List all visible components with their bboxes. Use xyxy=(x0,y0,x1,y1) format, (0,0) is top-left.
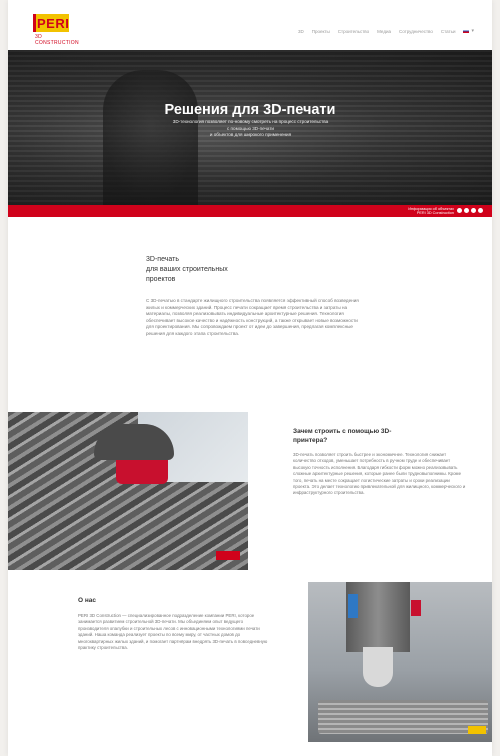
nav-item-media[interactable]: Медиа xyxy=(377,29,391,34)
photo-badge xyxy=(216,551,240,560)
instagram-icon[interactable] xyxy=(464,208,469,213)
peri-logo[interactable]: PERI 3D CONSTRUCTION xyxy=(33,14,79,46)
info-line-2: PERI 3D Construction xyxy=(416,211,454,216)
site-header: PERI 3D CONSTRUCTION 3D Проекты Строител… xyxy=(8,0,492,50)
nav-item-construction[interactable]: Строительство xyxy=(338,29,369,34)
section-title-line-1: Зачем строить с помощью 3D- xyxy=(293,428,392,435)
section-title-line-2: принтера? xyxy=(293,437,328,444)
red-info-bar: Информация об объектах PERI 3D Construct… xyxy=(8,205,492,217)
section-title-line-2: для ваших строительных xyxy=(146,266,228,273)
photo-badge xyxy=(468,726,486,734)
logo-text: PERI xyxy=(37,16,70,31)
language-switcher[interactable]: ▾ xyxy=(463,28,474,34)
section-about-body: PERI 3D Construction — специализированно… xyxy=(78,613,268,651)
section-title-line-3: проектов xyxy=(146,276,176,283)
facebook-icon[interactable] xyxy=(457,208,462,213)
nav-item-cooperation[interactable]: Сотрудничество xyxy=(399,29,433,34)
nav-item-articles[interactable]: Статьи xyxy=(441,29,456,34)
linkedin-icon[interactable] xyxy=(471,208,476,213)
photo-helmet xyxy=(94,424,174,460)
section-why-title: Зачем строить с помощью 3D- принтера? xyxy=(293,427,443,445)
info-bar-text: Информация об объектах PERI 3D Construct… xyxy=(408,207,454,216)
section-why-body: 3D-печать позволяет строить быстрее и эк… xyxy=(293,452,466,496)
hero-title: Решения для 3D-печати xyxy=(164,101,336,118)
hero-subtitle: 3D-технология позволяет по-новому смотре… xyxy=(148,119,353,139)
section-title-line-1: 3D-печать xyxy=(146,256,179,263)
printer-nozzle xyxy=(363,647,393,687)
section-3d-printing-title: 3D-печать для ваших строительных проекто… xyxy=(146,255,266,285)
hero-subtitle-line-1: 3D-технология позволяет по-новому смотре… xyxy=(172,119,329,124)
hero-subtitle-line-3: и объектов для широкого применения xyxy=(209,132,292,137)
social-links xyxy=(457,208,483,213)
section-3d-printing-body: С 3D-печатью в стандарте жилищного строи… xyxy=(146,298,359,336)
printed-walls-photo xyxy=(8,412,248,570)
printer-cable-blue xyxy=(348,594,358,618)
printed-layers xyxy=(318,700,488,734)
flag-icon xyxy=(463,29,470,33)
hero-banner: Решения для 3D-печати 3D-технология позв… xyxy=(8,50,492,205)
printer-nozzle-photo xyxy=(308,582,492,742)
main-nav: 3D Проекты Строительство Медиа Сотруднич… xyxy=(298,28,474,34)
page: PERI 3D CONSTRUCTION 3D Проекты Строител… xyxy=(8,0,492,756)
printer-cable-red xyxy=(411,600,421,616)
nav-item-projects[interactable]: Проекты xyxy=(312,29,330,34)
chevron-down-icon: ▾ xyxy=(471,28,474,34)
section-about-title: О нас xyxy=(78,597,97,604)
youtube-icon[interactable] xyxy=(478,208,483,213)
logo-subtext: 3D CONSTRUCTION xyxy=(35,34,79,46)
nav-item-3d[interactable]: 3D xyxy=(298,29,304,34)
